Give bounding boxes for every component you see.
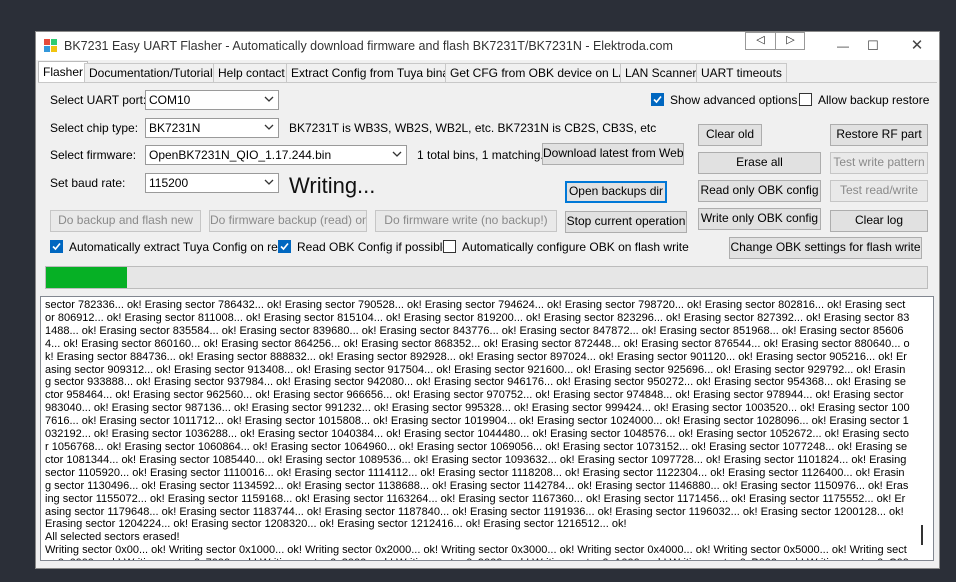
allow-backup-restore-checkbox[interactable] (799, 93, 812, 106)
window-title: BK7231 Easy UART Flasher - Automatically… (64, 39, 673, 53)
allow-backup-restore-label: Allow backup restore (818, 93, 930, 107)
baud-rate-value: 115200 (149, 176, 189, 190)
auto-configure-obk-label: Automatically configure OBK on flash wri… (462, 240, 689, 254)
maximize-button[interactable]: ☐ (858, 37, 888, 55)
write-only-obk-button[interactable]: Write only OBK config (698, 208, 821, 230)
progress-fill (46, 267, 128, 288)
tab-uart-timeouts[interactable]: UART timeouts (696, 63, 787, 82)
read-obk-config-label: Read OBK Config if possible (297, 240, 450, 254)
tab-flasher[interactable]: Flasher (38, 61, 89, 82)
status-text: Writing... (289, 173, 376, 198)
uart-port-value: COM10 (149, 93, 191, 107)
uart-port-label: Select UART port: (50, 93, 147, 107)
chevron-down-icon (264, 96, 274, 102)
bins-info-text: 1 total bins, 1 matching. (417, 148, 544, 162)
tab-lan-scanner[interactable]: LAN Scanner (620, 63, 702, 82)
check-icon (280, 242, 289, 251)
chip-type-select[interactable]: BK7231N (145, 118, 279, 138)
chip-info-text: BK7231T is WB3S, WB2S, WB2L, etc. BK7231… (289, 121, 657, 135)
restore-rf-button[interactable]: Restore RF part (830, 124, 928, 146)
chip-type-value: BK7231N (149, 121, 201, 135)
tab-documentation[interactable]: Documentation/Tutorials (84, 63, 224, 82)
change-obk-settings-button[interactable]: Change OBK settings for flash write (729, 237, 922, 259)
log-textbox[interactable]: sector 782336... ok! Erasing sector 7864… (40, 296, 934, 561)
auto-extract-tuya-checkbox[interactable] (50, 240, 63, 253)
scroll-right-button[interactable]: ▷ (776, 33, 805, 49)
minimize-button[interactable]: — (828, 37, 858, 55)
chip-type-label: Select chip type: (50, 121, 139, 135)
app-icon (44, 39, 57, 52)
log-text: sector 782336... ok! Erasing sector 7864… (45, 299, 910, 560)
firmware-label: Select firmware: (50, 148, 137, 162)
clear-old-button[interactable]: Clear old (698, 124, 762, 146)
firmware-write-button[interactable]: Do firmware write (no backup!) (375, 210, 557, 232)
read-only-obk-button[interactable]: Read only OBK config (698, 180, 821, 202)
erase-all-button[interactable]: Erase all (698, 152, 821, 174)
close-button[interactable]: ✕ (902, 37, 932, 55)
firmware-value: OpenBK7231N_QIO_1.17.244.bin (149, 148, 332, 162)
read-obk-config-checkbox[interactable] (278, 240, 291, 253)
auto-extract-tuya-label: Automatically extract Tuya Config on rea… (69, 240, 292, 254)
baud-rate-label: Set baud rate: (50, 176, 126, 190)
open-backups-dir-button[interactable]: Open backups dir (565, 181, 667, 203)
title-bar[interactable]: BK7231 Easy UART Flasher - Automatically… (36, 32, 939, 60)
log-scrollbar[interactable] (921, 525, 923, 545)
auto-configure-obk-checkbox[interactable] (443, 240, 456, 253)
backup-and-flash-button[interactable]: Do backup and flash new (50, 210, 201, 232)
firmware-backup-button[interactable]: Do firmware backup (read) only (209, 210, 367, 232)
chevron-down-icon (264, 179, 274, 185)
test-read-write-button[interactable]: Test read/write (830, 180, 928, 202)
clear-log-button[interactable]: Clear log (830, 210, 928, 232)
tab-scroll-buttons: ◁ ▷ (745, 32, 805, 50)
baud-rate-select[interactable]: 115200 (145, 173, 279, 193)
uart-port-select[interactable]: COM10 (145, 90, 279, 110)
main-window: BK7231 Easy UART Flasher - Automatically… (35, 31, 940, 569)
chevron-down-icon (392, 151, 402, 157)
stop-operation-button[interactable]: Stop current operation (565, 211, 687, 233)
tab-help-contact[interactable]: Help contact (213, 63, 290, 82)
chevron-down-icon (264, 124, 274, 130)
tab-extract-config[interactable]: Extract Config from Tuya binary (286, 63, 465, 82)
scroll-left-button[interactable]: ◁ (746, 33, 776, 49)
test-write-pattern-button[interactable]: Test write pattern (830, 152, 928, 174)
progress-bar (45, 266, 928, 289)
show-advanced-label: Show advanced options (670, 93, 798, 107)
check-icon (52, 242, 61, 251)
firmware-select[interactable]: OpenBK7231N_QIO_1.17.244.bin (145, 145, 407, 165)
tab-get-cfg-lan[interactable]: Get CFG from OBK device on LAN (445, 63, 641, 82)
check-icon (653, 95, 662, 104)
tab-divider (38, 82, 937, 83)
download-latest-button[interactable]: Download latest from Web (542, 143, 684, 165)
show-advanced-checkbox[interactable] (651, 93, 664, 106)
